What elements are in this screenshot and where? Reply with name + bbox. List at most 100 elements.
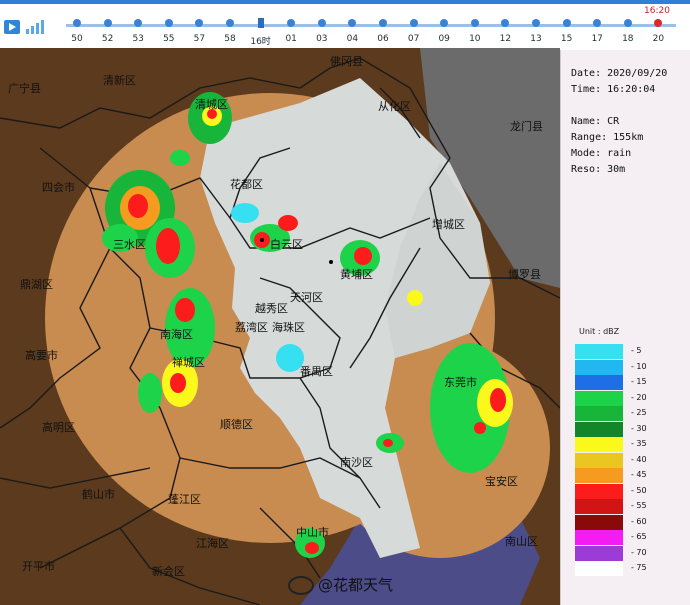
place-qingxin: 清新区 bbox=[103, 73, 136, 87]
legend-swatch bbox=[575, 452, 623, 468]
window-top-strip bbox=[0, 0, 690, 4]
signal-bars-icon[interactable] bbox=[26, 20, 44, 34]
timeline-label: 06 bbox=[377, 34, 389, 44]
timeline-tick[interactable] bbox=[257, 18, 264, 28]
info-panel: Date: 2020/09/20 Time: 16:20:04 Name: CR… bbox=[560, 50, 690, 605]
place-zhongshan: 中山市 bbox=[296, 525, 329, 539]
timeline-label: 53 bbox=[132, 34, 144, 44]
legend-level: - 70 bbox=[631, 547, 647, 557]
place-nansha: 南沙区 bbox=[340, 456, 373, 469]
place-pengjiang: 蓬江区 bbox=[168, 493, 201, 506]
legend-level: - 65 bbox=[631, 532, 647, 541]
timeline-label: 15 bbox=[560, 34, 573, 44]
watermark: @花都天气 bbox=[288, 574, 393, 595]
timeline-label: 01 bbox=[285, 34, 297, 44]
radar-name: Name: CR bbox=[571, 116, 620, 127]
legend-level: - 45 bbox=[631, 470, 647, 479]
timeline-bar: 16:20 50 52 53 55 57 58 16时 01 03 04 06 07 09 10 12 13 1… bbox=[0, 0, 690, 51]
play-button[interactable] bbox=[4, 20, 20, 34]
place-tianhe: 天河区 bbox=[290, 291, 323, 304]
place-dinghu: 鼎湖区 bbox=[20, 278, 53, 291]
place-gaoming: 高明区 bbox=[42, 420, 75, 434]
timeline-label: 13 bbox=[530, 34, 542, 44]
timeline-tick[interactable] bbox=[226, 19, 234, 27]
place-sanshui: 三水区 bbox=[113, 238, 146, 251]
legend-swatch bbox=[575, 344, 623, 359]
place-liwan: 荔湾区 bbox=[235, 320, 268, 334]
timeline-label: 20 bbox=[652, 34, 665, 44]
watermark-text: @花都天气 bbox=[318, 576, 394, 594]
legend-swatch bbox=[575, 390, 623, 406]
timeline-label: 58 bbox=[224, 34, 236, 44]
radar-map: 佛冈县 广宁县 清新区 清城区 从化区 龙门县 四会市 花都区 增城区 三水区 … bbox=[0, 48, 560, 605]
timeline-tick[interactable] bbox=[164, 19, 173, 27]
place-boluo: 博罗县 bbox=[508, 268, 541, 281]
place-huadu: 花都区 bbox=[230, 178, 263, 191]
timeline-track[interactable] bbox=[66, 24, 676, 27]
legend-swatch bbox=[575, 483, 623, 499]
legend-level: - 75 bbox=[631, 563, 647, 572]
legend-level: - 20 bbox=[631, 392, 647, 402]
place-shunde: 顺德区 bbox=[220, 417, 253, 431]
timeline-label: 12 bbox=[499, 34, 512, 44]
timeline-tick[interactable] bbox=[409, 19, 418, 27]
radar-date: Date: 2020/09/20 bbox=[571, 68, 668, 79]
timeline-label: 17 bbox=[591, 34, 603, 44]
place-kaiping: 开平市 bbox=[22, 559, 55, 573]
place-panyu: 番禺区 bbox=[300, 365, 333, 378]
timeline-tick[interactable] bbox=[103, 19, 112, 27]
place-xinhui: 新会区 bbox=[152, 564, 185, 578]
timeline-label: 55 bbox=[163, 34, 175, 44]
place-huangpu: 黄埔区 bbox=[340, 267, 373, 281]
legend-level: - 50 bbox=[631, 485, 647, 495]
timeline-label: 09 bbox=[438, 34, 450, 44]
radar-reso: Reso: 30m bbox=[571, 164, 626, 175]
legend-swatch bbox=[575, 561, 623, 576]
legend-level: - 25 bbox=[631, 408, 647, 417]
radar-range: Range: 155km bbox=[571, 132, 644, 143]
place-nanhai: 南海区 bbox=[160, 327, 193, 341]
radar-mode: Mode: rain bbox=[571, 148, 632, 159]
timeline-label: 10 bbox=[469, 34, 481, 44]
legend-swatch bbox=[575, 421, 623, 437]
place-jianghai: 江海区 bbox=[196, 536, 229, 550]
timeline-tick[interactable] bbox=[470, 19, 479, 27]
legend-unit: Unit : dBZ bbox=[579, 327, 620, 336]
legend-level: - 10 bbox=[631, 361, 647, 371]
place-chancheng: 禅城区 bbox=[172, 355, 205, 369]
timeline-tick[interactable] bbox=[317, 19, 326, 27]
legend-level: - 40 bbox=[631, 454, 647, 464]
timeline-tick[interactable] bbox=[562, 19, 571, 27]
timeline-label: 04 bbox=[346, 34, 359, 44]
place-baiyun: 白云区 bbox=[270, 237, 303, 251]
current-time-label: 16:20 bbox=[644, 6, 670, 16]
legend-swatch bbox=[575, 406, 623, 421]
timeline-label: 16时 bbox=[250, 37, 271, 47]
timeline-label: 07 bbox=[407, 34, 420, 44]
place-haizhu: 海珠区 bbox=[272, 320, 305, 334]
timeline-label: 52 bbox=[101, 34, 114, 44]
legend-swatch bbox=[575, 514, 623, 530]
place-guangning: 广宁县 bbox=[8, 81, 41, 95]
place-baoan: 宝安区 bbox=[485, 474, 518, 488]
place-heshan: 鹤山市 bbox=[82, 487, 115, 501]
place-zengcheng: 增城区 bbox=[432, 217, 465, 231]
place-dongguan: 东莞市 bbox=[444, 375, 477, 389]
timeline-label: 18 bbox=[622, 34, 634, 44]
timeline-tick[interactable] bbox=[379, 19, 387, 27]
legend-level: - 30 bbox=[631, 423, 647, 433]
legend-level: - 15 bbox=[631, 377, 647, 386]
place-gaoyao: 高要市 bbox=[25, 348, 58, 362]
timeline-tick[interactable] bbox=[532, 19, 540, 27]
place-sihui: 四会市 bbox=[42, 180, 75, 194]
timeline-tick[interactable] bbox=[623, 19, 632, 27]
legend-swatch bbox=[575, 359, 623, 375]
legend-swatch bbox=[575, 437, 623, 452]
place-conghua: 从化区 bbox=[378, 99, 411, 113]
legend-swatch bbox=[575, 530, 623, 545]
timeline-tick[interactable] bbox=[73, 19, 81, 27]
radar-time: Time: 16:20:04 bbox=[571, 84, 656, 95]
legend-swatch bbox=[575, 375, 623, 390]
weibo-icon bbox=[288, 576, 314, 595]
legend-level: - 55 bbox=[631, 501, 647, 510]
